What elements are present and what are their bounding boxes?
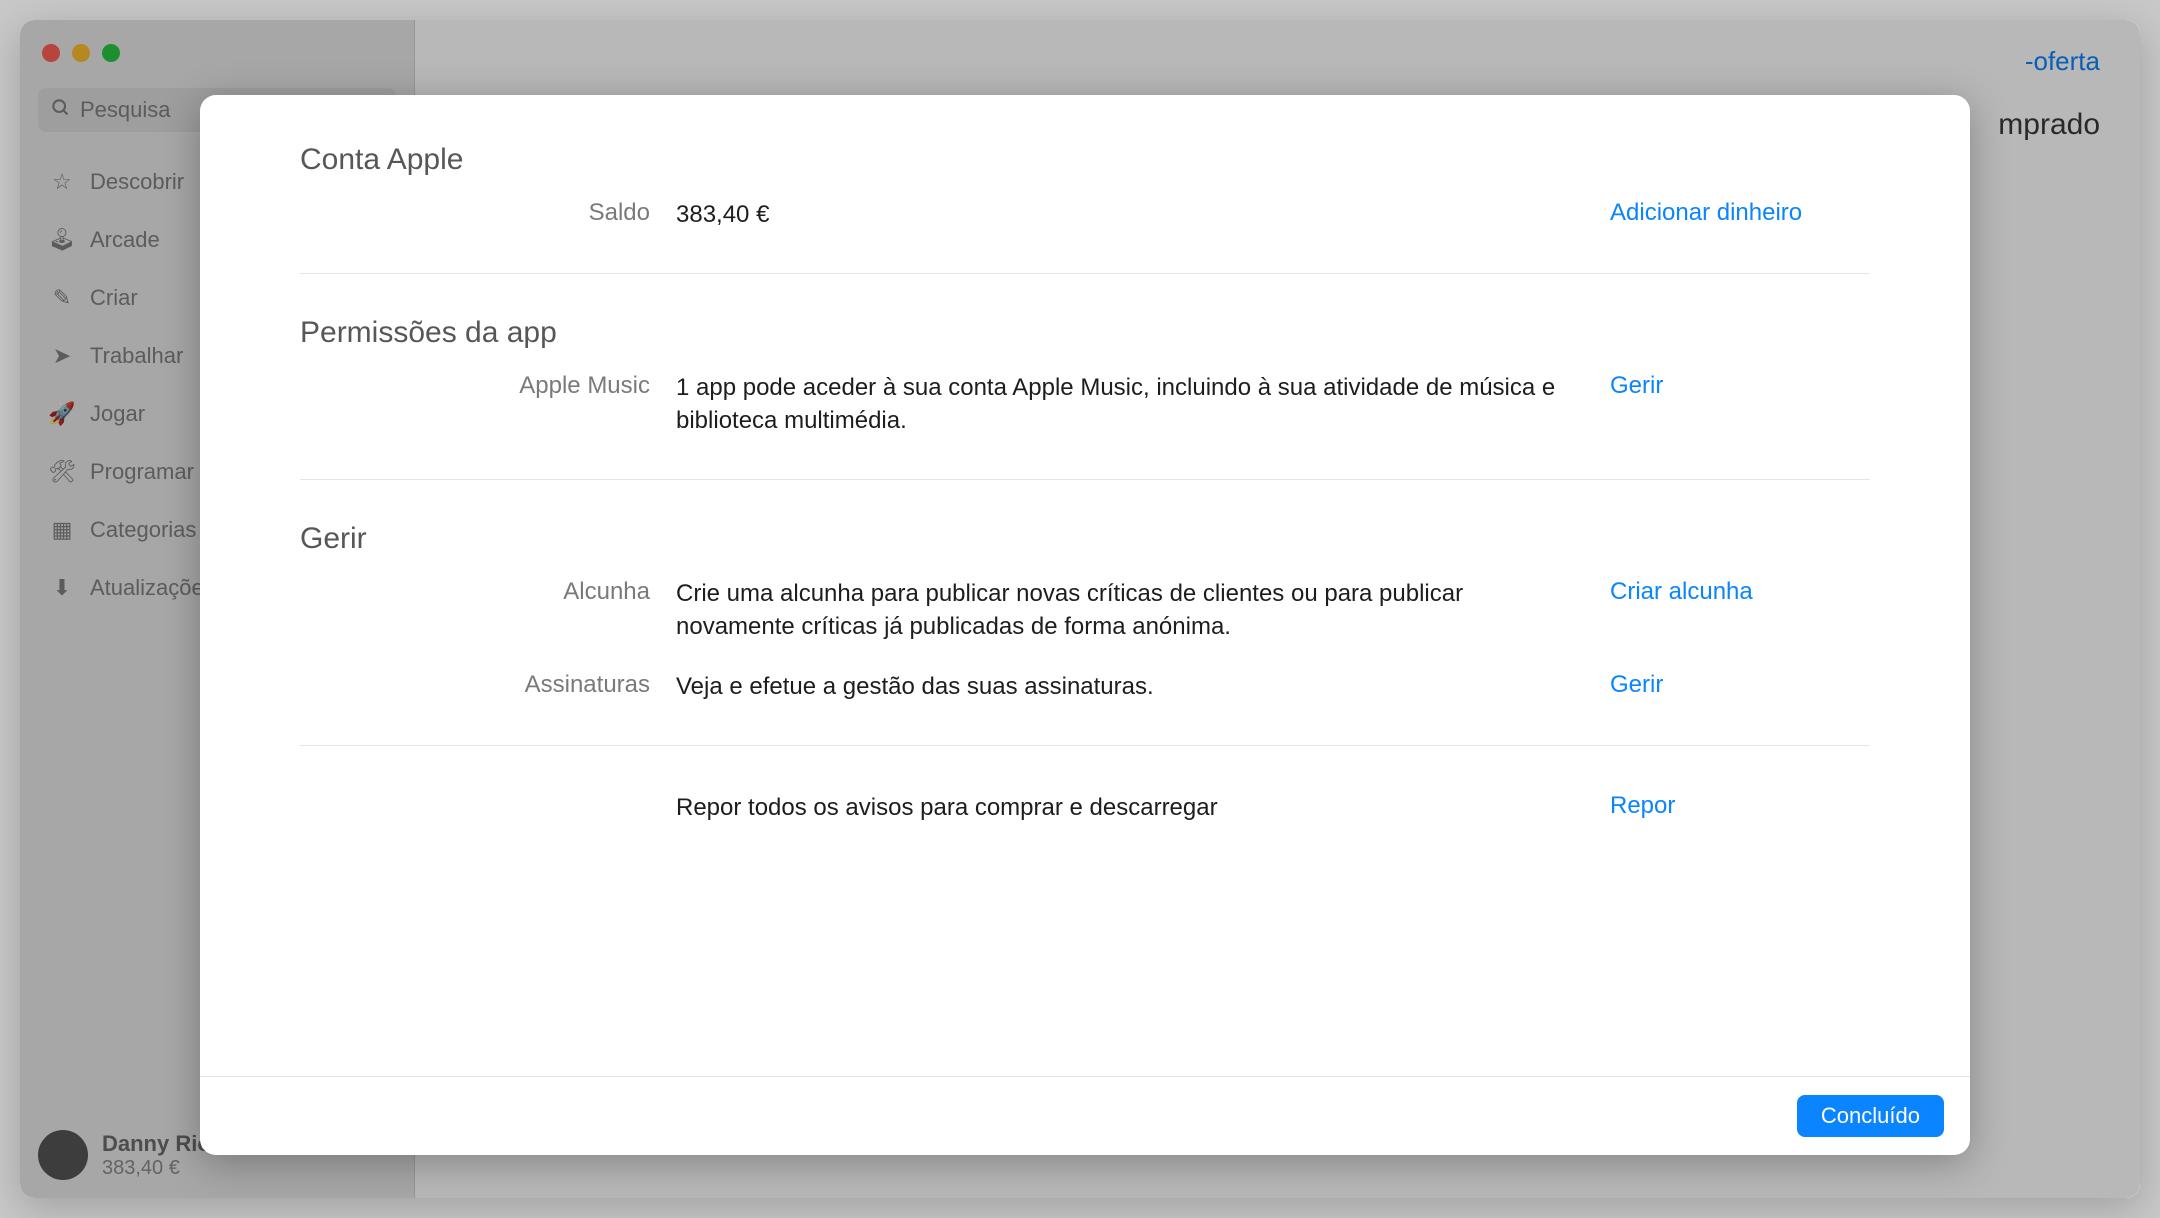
row-value: 383,40 € [676,199,1584,231]
manage-apple-music-link[interactable]: Gerir [1610,372,1663,399]
reset-warnings-link[interactable]: Repor [1610,792,1675,819]
row-reset-warnings: Repor todos os avisos para comprar e des… [300,792,1870,824]
create-nickname-link[interactable]: Criar alcunha [1610,578,1753,605]
modal-body: Conta Apple Saldo 383,40 € Adicionar din… [200,95,1970,1076]
add-money-link[interactable]: Adicionar dinheiro [1610,199,1802,226]
section-title: Conta Apple [300,143,1870,177]
modal-footer: Concluído [200,1076,1970,1155]
section-app-permissions: Permissões da app Apple Music 1 app pode… [300,273,1870,479]
row-label: Apple Music [300,372,650,400]
row-balance: Saldo 383,40 € Adicionar dinheiro [300,199,1870,231]
row-value: Repor todos os avisos para comprar e des… [676,792,1584,824]
row-label: Saldo [300,199,650,227]
row-label: Alcunha [300,578,650,606]
section-title: Gerir [300,522,1870,556]
app-window: Pesquisa ☆ Descobrir 🕹 Arcade ✎ Criar ➤ … [20,20,2140,1198]
account-settings-modal: Conta Apple Saldo 383,40 € Adicionar din… [200,95,1970,1155]
row-subscriptions: Assinaturas Veja e efetue a gestão das s… [300,671,1870,703]
row-apple-music: Apple Music 1 app pode aceder à sua cont… [300,372,1870,437]
section-manage: Gerir Alcunha Crie uma alcunha para publ… [300,479,1870,745]
row-label: Assinaturas [300,671,650,699]
manage-subscriptions-link[interactable]: Gerir [1610,671,1663,698]
section-reset: Repor todos os avisos para comprar e des… [300,745,1870,866]
row-value: Veja e efetue a gestão das suas assinatu… [676,671,1584,703]
row-value: 1 app pode aceder à sua conta Apple Musi… [676,372,1584,437]
row-nickname: Alcunha Crie uma alcunha para publicar n… [300,578,1870,643]
section-title: Permissões da app [300,316,1870,350]
section-apple-account: Conta Apple Saldo 383,40 € Adicionar din… [300,143,1870,273]
done-button[interactable]: Concluído [1797,1095,1944,1137]
row-value: Crie uma alcunha para publicar novas crí… [676,578,1584,643]
